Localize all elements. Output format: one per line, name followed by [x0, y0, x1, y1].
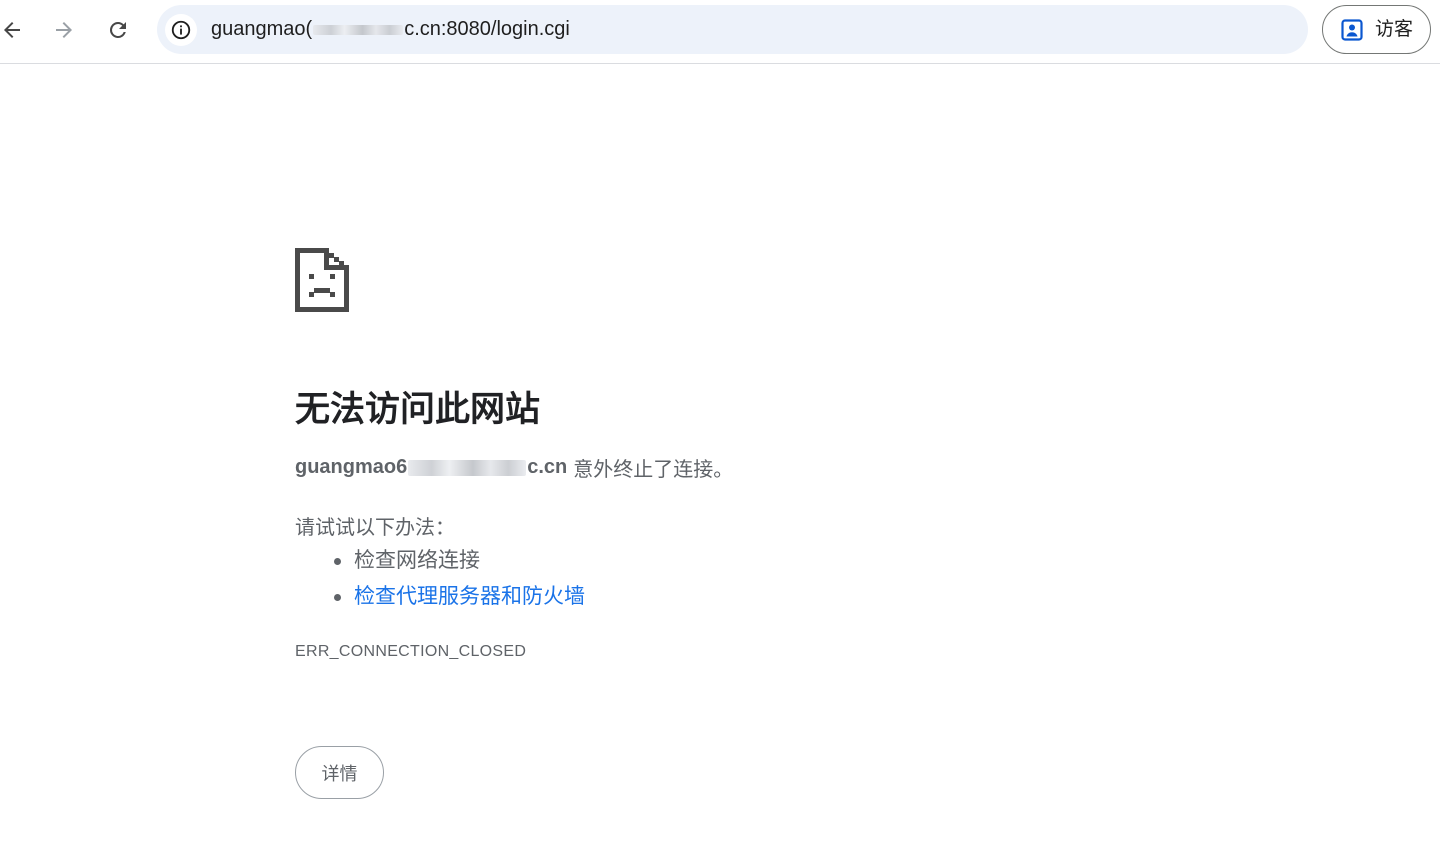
person-badge-icon — [1341, 19, 1363, 41]
error-description: guangmao6 c.cn 意外终止了连接。 — [295, 453, 733, 482]
forward-button[interactable] — [46, 12, 82, 48]
site-info-button[interactable] — [165, 14, 197, 46]
details-button[interactable]: 详情 — [295, 746, 384, 799]
error-message: 意外终止了连接。 — [573, 459, 734, 481]
suggestion-check-network: 检查网络连接 — [295, 543, 585, 579]
reload-button[interactable] — [100, 12, 136, 48]
profile-label: 访客 — [1375, 19, 1414, 40]
address-bar[interactable]: guangmao( c.cn:8080/login.cgi — [157, 5, 1308, 54]
back-button[interactable] — [0, 12, 30, 48]
redacted-host-segment — [408, 459, 527, 476]
error-host: guangmao6 c.cn — [295, 456, 567, 479]
arrow-left-icon — [4, 22, 20, 38]
error-host-prefix: guangmao6 — [295, 456, 408, 478]
profile-button[interactable]: 访客 — [1322, 5, 1431, 54]
browser-toolbar: guangmao( c.cn:8080/login.cgi 访客 — [0, 0, 1440, 64]
error-host-suffix: c.cn — [527, 456, 568, 478]
reload-icon — [110, 22, 126, 38]
suggestion-check-proxy-firewall-link[interactable]: 检查代理服务器和防火墙 — [295, 579, 585, 615]
suggestions-heading: 请试试以下办法： — [295, 517, 455, 539]
error-title: 无法访问此网站 — [295, 390, 541, 429]
url-suffix: c.cn:8080/login.cgi — [404, 18, 570, 40]
error-code: ERR_CONNECTION_CLOSED — [295, 643, 527, 660]
url-text[interactable]: guangmao( c.cn:8080/login.cgi — [211, 5, 570, 54]
redacted-url-segment — [313, 24, 404, 35]
arrow-right-icon — [56, 22, 72, 38]
sad-page-icon — [295, 248, 349, 312]
info-icon — [171, 20, 191, 40]
suggestions-list: 检查网络连接 检查代理服务器和防火墙 — [295, 543, 585, 615]
url-prefix: guangmao( — [211, 18, 313, 40]
